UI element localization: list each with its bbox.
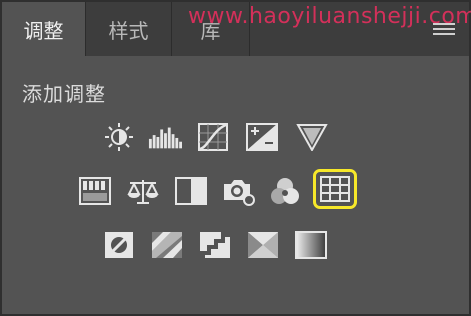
tab-bar: 调整 样式 库 www.haoyiluanshejji.com bbox=[2, 2, 471, 56]
adjustments-panel: 调整 样式 库 www.haoyiluanshejji.com 添加调整 bbox=[0, 0, 471, 316]
tab-adjustments[interactable]: 调整 bbox=[2, 2, 86, 56]
threshold-icon[interactable] bbox=[198, 230, 232, 260]
vibrance-icon[interactable] bbox=[295, 122, 329, 152]
color-balance-icon[interactable] bbox=[126, 176, 160, 206]
posterize-icon[interactable] bbox=[150, 230, 184, 260]
channel-mixer-icon[interactable] bbox=[268, 176, 302, 206]
curves-icon[interactable] bbox=[196, 122, 230, 152]
tab-styles[interactable]: 样式 bbox=[86, 2, 172, 56]
gradient-map-icon[interactable] bbox=[294, 230, 328, 260]
brightness-contrast-icon[interactable] bbox=[102, 122, 136, 152]
invert-icon[interactable] bbox=[102, 230, 136, 260]
panel-menu-icon[interactable] bbox=[433, 23, 455, 37]
section-title: 添加调整 bbox=[22, 82, 106, 106]
color-lookup-icon[interactable] bbox=[313, 169, 357, 209]
hue-saturation-icon[interactable] bbox=[78, 176, 112, 206]
exposure-icon[interactable] bbox=[245, 122, 279, 152]
levels-icon[interactable] bbox=[148, 122, 182, 152]
selective-color-icon[interactable] bbox=[246, 230, 280, 260]
watermark-text: www.haoyiluanshejji.com bbox=[188, 4, 471, 29]
photo-filter-icon[interactable] bbox=[222, 176, 256, 206]
black-white-icon[interactable] bbox=[174, 176, 208, 206]
